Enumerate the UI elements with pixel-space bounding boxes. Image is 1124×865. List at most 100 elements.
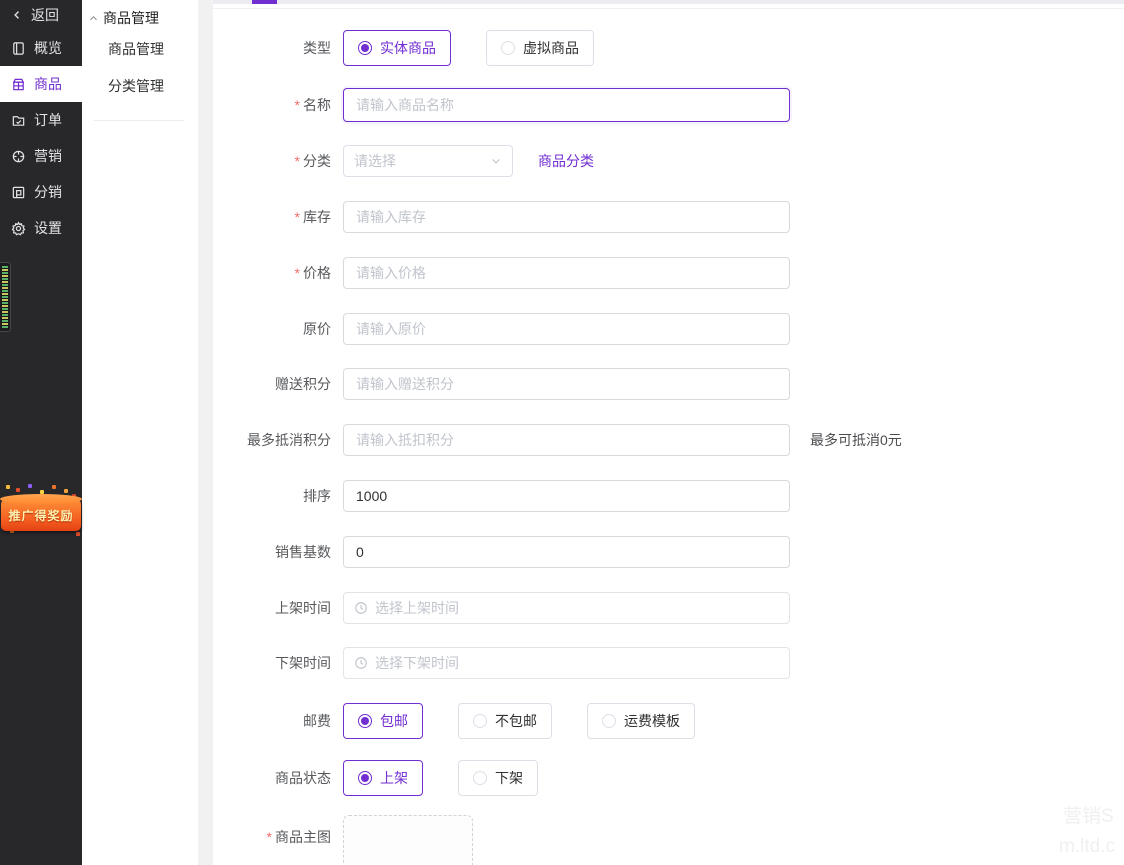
- field-label-original-price: 原价: [303, 321, 331, 337]
- field-label-status: 商品状态: [275, 770, 331, 786]
- form-row-shipping: 邮费 包邮 不包邮 运费模板: [213, 703, 1124, 739]
- name-input[interactable]: [343, 88, 790, 122]
- sidebar-item-label: 营销: [34, 148, 62, 164]
- category-manage-link[interactable]: 商品分类: [538, 151, 594, 171]
- max-deduct-points-input[interactable]: [343, 424, 790, 456]
- orders-icon: [12, 115, 25, 126]
- distribution-icon: [12, 186, 25, 198]
- meter-stripes: [2, 266, 8, 328]
- sidebar-item-goods[interactable]: 商品: [0, 66, 82, 102]
- radio-selected-icon: [358, 714, 372, 728]
- product-form-content: 类型 实体商品 虚拟商品 *名称 *分: [213, 0, 1124, 865]
- submenu-item-category-management[interactable]: 分类管理: [82, 67, 198, 104]
- radio-option-physical-goods[interactable]: 实体商品: [343, 30, 451, 66]
- form-row-price: * 价格: [213, 257, 1124, 289]
- sidebar-item-label: 概览: [34, 40, 62, 56]
- mini-meter-widget: [0, 262, 11, 332]
- radio-option-free-shipping[interactable]: 包邮: [343, 703, 423, 739]
- submenu-item-label: 商品管理: [108, 40, 164, 57]
- required-asterisk: *: [266, 829, 272, 845]
- sidebar-item-label: 设置: [34, 220, 62, 236]
- form-row-main-image: * 商品主图: [213, 815, 1124, 865]
- confetti-decoration: [6, 485, 10, 489]
- gift-points-input[interactable]: [343, 368, 790, 400]
- required-asterisk: *: [294, 97, 300, 113]
- submenu-header-goods-management[interactable]: 商品管理: [82, 6, 198, 30]
- clock-icon: [355, 602, 367, 614]
- clock-icon: [355, 657, 367, 669]
- form-row-category: * 分类 请选择 商品分类: [213, 145, 1124, 177]
- stock-input[interactable]: [343, 201, 790, 233]
- submenu-header-label: 商品管理: [103, 10, 159, 26]
- settings-icon: [11, 220, 26, 235]
- radio-unselected-icon: [473, 714, 487, 728]
- form-row-off-shelf-time: 下架时间 选择下架时间: [213, 647, 1124, 679]
- tab-bar: [213, 0, 1124, 9]
- select-placeholder: 请选择: [354, 153, 396, 169]
- chevron-left-icon: [14, 11, 19, 19]
- promo-banner[interactable]: 推广得奖励: [0, 483, 82, 543]
- field-label-price: * 价格: [294, 265, 331, 281]
- radio-option-no-free-shipping[interactable]: 不包邮: [458, 703, 552, 739]
- sales-base-input[interactable]: [343, 536, 790, 568]
- radio-option-shipping-template[interactable]: 运费模板: [587, 703, 695, 739]
- field-label-main-image: * 商品主图: [266, 829, 331, 845]
- field-label-sort: 排序: [303, 488, 331, 504]
- form-row-name: * 名称: [213, 88, 1124, 122]
- field-label-max-deduct-points: 最多抵消积分: [247, 432, 331, 448]
- form-row-status: 商品状态 上架 下架: [213, 760, 1124, 796]
- sidebar-item-distribution[interactable]: 分销: [0, 174, 82, 210]
- sidebar-item-overview[interactable]: 概览: [0, 30, 82, 66]
- field-label-on-shelf-time: 上架时间: [275, 600, 331, 616]
- field-label-stock: * 库存: [294, 209, 331, 225]
- type-radio-group: 实体商品 虚拟商品: [343, 30, 629, 66]
- radio-unselected-icon: [473, 771, 487, 785]
- shipping-radio-group: 包邮 不包邮 运费模板: [343, 703, 730, 739]
- radio-option-on-shelf[interactable]: 上架: [343, 760, 423, 796]
- tab-bar-track: [213, 0, 1124, 4]
- sort-input[interactable]: [343, 480, 790, 512]
- sidebar-item-orders[interactable]: 订单: [0, 102, 82, 138]
- sidebar-item-label: 订单: [34, 112, 62, 128]
- promo-ribbon: 推广得奖励: [0, 494, 82, 531]
- main-image-upload-box[interactable]: [343, 815, 473, 865]
- form-row-sales-base: 销售基数: [213, 536, 1124, 568]
- active-tab-indicator: [252, 0, 277, 4]
- price-input[interactable]: [343, 257, 790, 289]
- time-placeholder: 选择下架时间: [375, 655, 459, 671]
- app-root: 返回 概览 商品 订单 营销 分销 设置 推广得奖励 商品管理 商品管理 分类管…: [0, 0, 1124, 865]
- marketing-icon: [12, 150, 25, 162]
- radio-option-off-shelf[interactable]: 下架: [458, 760, 538, 796]
- status-radio-group: 上架 下架: [343, 760, 573, 796]
- off-shelf-time-picker[interactable]: 选择下架时间: [343, 647, 790, 679]
- submenu: 商品管理 商品管理 分类管理: [82, 0, 198, 865]
- on-shelf-time-picker[interactable]: 选择上架时间: [343, 592, 790, 624]
- sidebar-item-marketing[interactable]: 营销: [0, 138, 82, 174]
- form-row-gift-points: 赠送积分: [213, 368, 1124, 400]
- radio-unselected-icon: [602, 714, 616, 728]
- sidebar-item-label: 商品: [34, 76, 62, 92]
- time-placeholder: 选择上架时间: [375, 600, 459, 616]
- sidebar-item-back[interactable]: 返回: [0, 0, 82, 30]
- form-row-max-deduct-points: 最多抵消积分 最多可抵消0元: [213, 424, 1124, 456]
- form-row-sort: 排序: [213, 480, 1124, 512]
- sidebar-item-settings[interactable]: 设置: [0, 210, 82, 246]
- required-asterisk: *: [294, 153, 300, 169]
- layout-gap-strip: [198, 0, 213, 865]
- product-form: 类型 实体商品 虚拟商品 *名称 *分: [213, 9, 1124, 865]
- field-label-sales-base: 销售基数: [275, 544, 331, 560]
- field-label-category: * 分类: [294, 153, 331, 169]
- radio-selected-icon: [358, 41, 372, 55]
- field-label-shipping: 邮费: [303, 713, 331, 729]
- max-deduct-hint: 最多可抵消0元: [810, 432, 902, 448]
- overview-icon: [13, 41, 24, 55]
- form-row-on-shelf-time: 上架时间 选择上架时间: [213, 592, 1124, 624]
- category-select[interactable]: 请选择: [343, 145, 513, 177]
- radio-unselected-icon: [501, 41, 515, 55]
- radio-option-virtual-goods[interactable]: 虚拟商品: [486, 30, 594, 66]
- field-label-off-shelf-time: 下架时间: [275, 655, 331, 671]
- field-label-gift-points: 赠送积分: [275, 376, 331, 392]
- submenu-item-goods-management[interactable]: 商品管理: [82, 30, 198, 67]
- required-asterisk: *: [294, 209, 300, 225]
- original-price-input[interactable]: [343, 313, 790, 345]
